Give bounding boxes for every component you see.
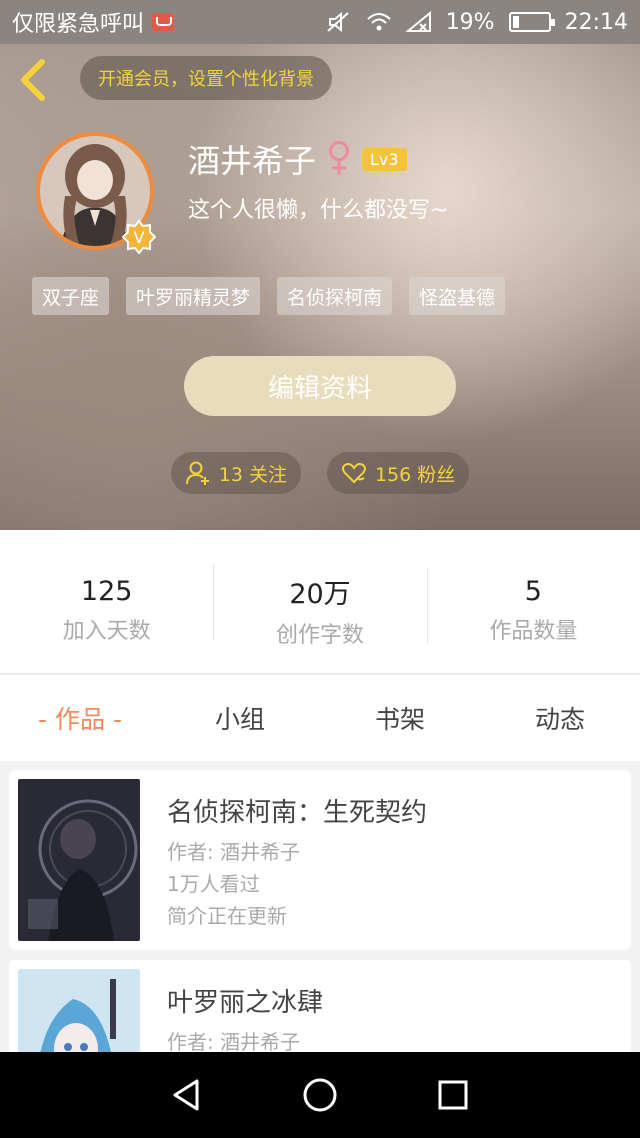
follow-stats: 13 关注 156 粉丝 <box>0 452 640 494</box>
level-badge: Lv3 <box>362 147 407 171</box>
battery-icon <box>508 12 555 32</box>
work-title: 叶罗丽之冰肆 <box>167 988 324 1018</box>
vip-prompt-label: 开通会员，设置个性化背景 <box>98 69 314 90</box>
edit-profile-button[interactable]: 编辑资料 <box>184 356 456 416</box>
stat-value: 5 <box>524 576 542 607</box>
tab-activity[interactable]: 动态 <box>480 700 640 736</box>
verified-badge-letter: V <box>134 228 145 247</box>
stat-value: 125 <box>80 576 133 607</box>
fans-button[interactable]: 156 粉丝 <box>326 452 470 494</box>
tab-groups[interactable]: 小组 <box>160 700 320 736</box>
mute-icon <box>327 11 349 33</box>
verified-badge-icon: V <box>122 220 156 254</box>
avatar[interactable]: V <box>36 132 156 254</box>
clock: 22:14 <box>564 9 628 35</box>
tag-item[interactable]: 双子座 <box>32 277 110 315</box>
stat-value: 20万 <box>289 579 351 610</box>
nav-home-icon[interactable] <box>300 1075 340 1115</box>
stat-days-joined: 125 加入天数 <box>0 558 213 645</box>
tab-bookshelf[interactable]: 书架 <box>320 700 480 736</box>
tab-works[interactable]: - 作品 - <box>0 700 160 736</box>
stat-label: 作品数量 <box>489 619 578 644</box>
carrier-area: 仅限紧急呼叫 <box>12 6 175 38</box>
status-icons: 19% 22:14 <box>326 10 628 35</box>
profile-stats: 125 加入天数 20万 创作字数 5 作品数量 <box>0 530 640 674</box>
status-bar: 仅限紧急呼叫 19% 22:14 <box>0 0 640 44</box>
profile-tabs: - 作品 - 小组 书架 动态 <box>0 675 640 761</box>
works-list: 名侦探柯南：生死契约 作者: 酒井希子 1万人看过 简介正在更新 叶罗丽之冰肆 … <box>0 761 640 1052</box>
work-cover-image <box>18 779 140 941</box>
work-intro: 简介正在更新 <box>167 904 287 928</box>
heart-icon <box>341 463 366 484</box>
work-cover-image <box>18 969 140 1052</box>
fans-label: 156 粉丝 <box>374 463 456 486</box>
female-gender-icon <box>329 141 350 175</box>
following-label: 13 关注 <box>218 463 287 486</box>
following-button[interactable]: 13 关注 <box>170 452 301 494</box>
work-card[interactable]: 名侦探柯南：生死契约 作者: 酒井希子 1万人看过 简介正在更新 <box>9 770 631 950</box>
edit-profile-label: 编辑资料 <box>267 373 372 404</box>
tag-item[interactable]: 怪盗基德 <box>409 277 506 315</box>
tag-item[interactable]: 名侦探柯南 <box>277 277 393 315</box>
work-views: 1万人看过 <box>167 872 260 896</box>
stat-label: 创作字数 <box>275 623 364 648</box>
stat-works-count: 5 作品数量 <box>426 558 640 645</box>
vip-background-prompt[interactable]: 开通会员，设置个性化背景 <box>80 56 332 100</box>
profile-bio: 这个人很懒，什么都没写~ <box>188 198 449 223</box>
battery-percent: 19% <box>445 9 495 35</box>
interest-tags: 双子座 叶罗丽精灵梦 名侦探柯南 怪盗基德 <box>32 277 506 315</box>
work-author: 作者: 酒井希子 <box>167 840 301 864</box>
user-add-icon <box>185 461 209 485</box>
nav-back-icon[interactable] <box>167 1075 207 1115</box>
back-arrow-icon[interactable] <box>14 58 54 102</box>
mail-icon <box>152 13 175 31</box>
nav-recents-icon[interactable] <box>433 1075 473 1115</box>
wifi-icon <box>367 13 391 31</box>
profile-name-row: 酒井希子 Lv3 <box>188 136 407 182</box>
stat-label: 加入天数 <box>62 619 151 644</box>
work-title: 名侦探柯南：生死契约 <box>167 798 428 828</box>
carrier-text: 仅限紧急呼叫 <box>12 12 145 37</box>
signal-icon <box>405 11 431 32</box>
username: 酒井希子 <box>188 142 317 180</box>
stat-word-count: 20万 创作字数 <box>213 554 426 649</box>
work-author: 作者: 酒井希子 <box>167 1030 301 1052</box>
profile-header: 开通会员，设置个性化背景 V 酒井希子 Lv3 这个人很懒，什么都没写~ 双子座… <box>0 44 640 530</box>
tag-item[interactable]: 叶罗丽精灵梦 <box>126 277 261 315</box>
system-nav-bar <box>0 1052 640 1138</box>
work-card[interactable]: 叶罗丽之冰肆 作者: 酒井希子 <box>9 960 631 1052</box>
